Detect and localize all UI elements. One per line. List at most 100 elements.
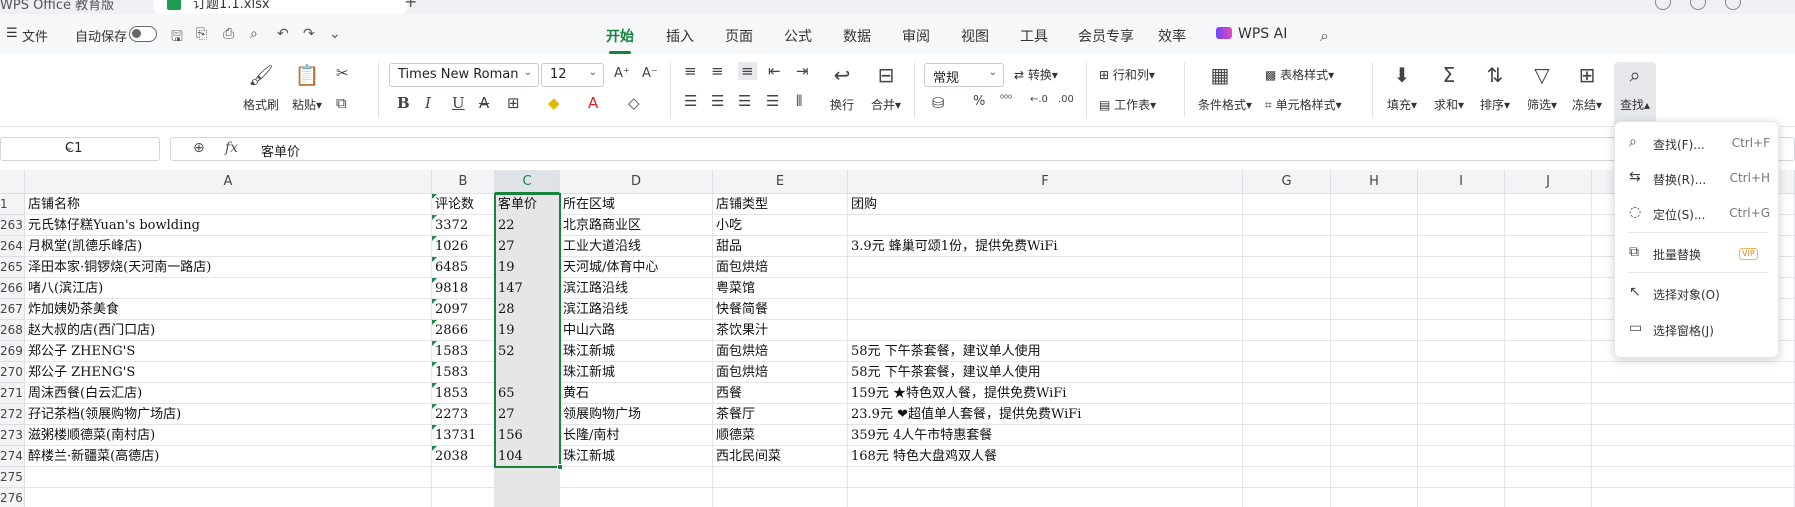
font-color-icon[interactable]: A	[588, 94, 598, 112]
header-cell[interactable]: 评论数	[432, 194, 495, 215]
align-right-icon[interactable]: ☰	[738, 92, 751, 110]
table-cell[interactable]: 郑公子 ZHENG'S	[25, 341, 432, 362]
table-cell[interactable]	[1418, 467, 1505, 488]
table-cell[interactable]: 粤菜馆	[713, 278, 848, 299]
user-icon[interactable]	[1690, 0, 1706, 10]
format-painter-button[interactable]: 🖌 格式刷	[239, 62, 283, 113]
table-cell[interactable]: 28	[495, 299, 560, 320]
row-header[interactable]: 271	[0, 383, 25, 404]
row-header[interactable]: 275	[0, 467, 25, 488]
table-cell[interactable]: 中山六路	[560, 320, 713, 341]
table-cell[interactable]	[1243, 299, 1331, 320]
table-cell[interactable]	[1592, 488, 1795, 507]
table-cell[interactable]: 9818	[432, 278, 495, 299]
decimal-decrease-icon[interactable]: .00	[1058, 94, 1074, 105]
table-cell[interactable]: 西餐	[713, 383, 848, 404]
header-cell[interactable]: 客单价	[495, 194, 560, 215]
table-cell[interactable]	[1418, 215, 1505, 236]
table-cell[interactable]	[1243, 446, 1331, 467]
tab-review[interactable]: 审阅	[902, 26, 930, 46]
align-top-icon[interactable]: ≡	[684, 62, 697, 80]
menu-item-replace[interactable]: ⇆ 替换(R)... Ctrl+H	[1615, 164, 1780, 194]
table-cell[interactable]	[1505, 446, 1592, 467]
table-cell[interactable]: 104	[495, 446, 560, 467]
table-cell[interactable]	[1331, 320, 1418, 341]
table-cell[interactable]: 27	[495, 236, 560, 257]
menu-item-batch-replace[interactable]: ⧉ 批量替换 VIP	[1615, 239, 1780, 269]
table-cell[interactable]: 27	[495, 404, 560, 425]
table-cell[interactable]	[1505, 488, 1592, 507]
menu-item-select-objects[interactable]: ↖ 选择对象(O)	[1615, 279, 1780, 309]
table-cell[interactable]	[1505, 299, 1592, 320]
table-cell[interactable]: 快餐简餐	[713, 299, 848, 320]
column-header-i[interactable]: I	[1418, 170, 1505, 194]
table-cell[interactable]: 小吃	[713, 215, 848, 236]
more-chevron-icon[interactable]: ⌄	[329, 26, 341, 42]
table-cell[interactable]	[1243, 383, 1331, 404]
table-cell[interactable]	[1331, 362, 1418, 383]
fill-color-icon[interactable]: ◆	[548, 94, 560, 112]
search-icon[interactable]: ⌕	[1320, 26, 1329, 46]
row-header[interactable]: 273	[0, 425, 25, 446]
header-cell[interactable]: 所在区域	[560, 194, 713, 215]
table-cell[interactable]: 滋粥楼顺德菜(南村店)	[25, 425, 432, 446]
column-header-h[interactable]: H	[1331, 170, 1418, 194]
indent-decrease-icon[interactable]: ⇤	[768, 62, 781, 80]
table-cell[interactable]	[848, 320, 1243, 341]
table-cell[interactable]: 滨江路沿线	[560, 278, 713, 299]
rows-cols-button[interactable]: ⊞ 行和列▾	[1099, 66, 1155, 83]
font-name-select[interactable]: Times New Roman ⌄	[389, 63, 539, 87]
table-cell[interactable]	[1243, 404, 1331, 425]
thousands-icon[interactable]: ⁰⁰⁰	[1000, 94, 1012, 105]
table-cell[interactable]	[1331, 236, 1418, 257]
save-icon[interactable]: 🖫	[171, 26, 183, 50]
table-cell[interactable]: 1583	[432, 362, 495, 383]
table-cell[interactable]: 西北民间菜	[713, 446, 848, 467]
table-cell[interactable]	[1418, 425, 1505, 446]
table-cell[interactable]: 工业大道沿线	[560, 236, 713, 257]
convert-button[interactable]: ⇄ 转换▾	[1014, 66, 1058, 83]
table-cell[interactable]: 面包烘焙	[713, 362, 848, 383]
table-cell[interactable]	[560, 467, 713, 488]
table-cell[interactable]	[1243, 320, 1331, 341]
table-cell[interactable]: 2866	[432, 320, 495, 341]
file-menu[interactable]: 文件	[22, 26, 48, 45]
table-cell[interactable]	[1243, 278, 1331, 299]
table-cell[interactable]: 领展购物广场	[560, 404, 713, 425]
align-middle-icon[interactable]: ≡	[711, 62, 724, 80]
table-cell[interactable]: 1026	[432, 236, 495, 257]
table-cell[interactable]: 359元 4人午市特惠套餐	[848, 425, 1243, 446]
formula-input[interactable]: ⊕ fx 客单价	[170, 137, 1795, 161]
table-cell[interactable]	[1505, 383, 1592, 404]
table-cell[interactable]	[713, 488, 848, 507]
currency-icon[interactable]: ⛁	[932, 94, 945, 112]
table-cell[interactable]	[1418, 383, 1505, 404]
header-cell[interactable]: 团购	[848, 194, 1243, 215]
menu-icon[interactable]: ☰	[6, 26, 18, 41]
table-cell[interactable]: 2038	[432, 446, 495, 467]
name-box[interactable]: C1 ⌄	[0, 137, 160, 161]
tab-member[interactable]: 会员专享	[1078, 26, 1134, 46]
merge-button[interactable]: ⊟ 合并▾	[864, 62, 908, 113]
sort-button[interactable]: ⇅ 排序▾	[1473, 62, 1517, 113]
tab-data[interactable]: 数据	[843, 26, 871, 46]
table-cell[interactable]: 13731	[432, 425, 495, 446]
clear-format-icon[interactable]: ◇	[628, 94, 640, 112]
share-icon[interactable]: ⎘	[196, 26, 207, 42]
table-cell[interactable]	[1418, 257, 1505, 278]
table-cell[interactable]	[848, 278, 1243, 299]
table-cell[interactable]	[495, 467, 560, 488]
table-cell[interactable]: 159元 ★特色双人餐，提供免费WiFi	[848, 383, 1243, 404]
table-cell[interactable]	[25, 467, 432, 488]
column-header-j[interactable]: J	[1505, 170, 1592, 194]
align-left-icon[interactable]: ☰	[684, 92, 697, 110]
tab-view[interactable]: 视图	[961, 26, 989, 46]
table-cell[interactable]	[1243, 362, 1331, 383]
strikethrough-icon[interactable]: A	[479, 94, 489, 112]
table-cell[interactable]	[848, 467, 1243, 488]
find-button[interactable]: ⌕ 查找▴	[1613, 62, 1657, 113]
table-cell[interactable]: 天河城/体育中心	[560, 257, 713, 278]
table-cell[interactable]	[1505, 467, 1592, 488]
table-cell[interactable]	[1592, 383, 1795, 404]
table-cell[interactable]	[1418, 446, 1505, 467]
